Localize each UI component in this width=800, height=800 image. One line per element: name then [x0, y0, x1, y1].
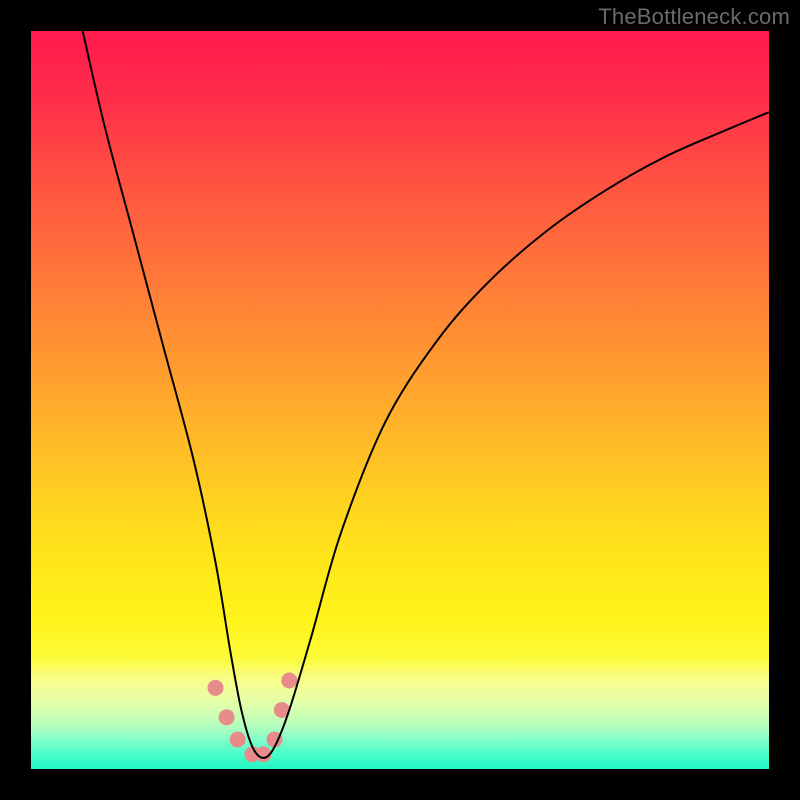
marker-dot [208, 680, 224, 696]
marker-dot [219, 709, 235, 725]
watermark-text: TheBottleneck.com [598, 4, 790, 30]
chart-frame: TheBottleneck.com [0, 0, 800, 800]
curve-svg [31, 31, 769, 769]
marker-dot [230, 731, 246, 747]
marker-dot [281, 672, 297, 688]
bottleneck-curve [83, 31, 769, 758]
plot-area [31, 31, 769, 769]
